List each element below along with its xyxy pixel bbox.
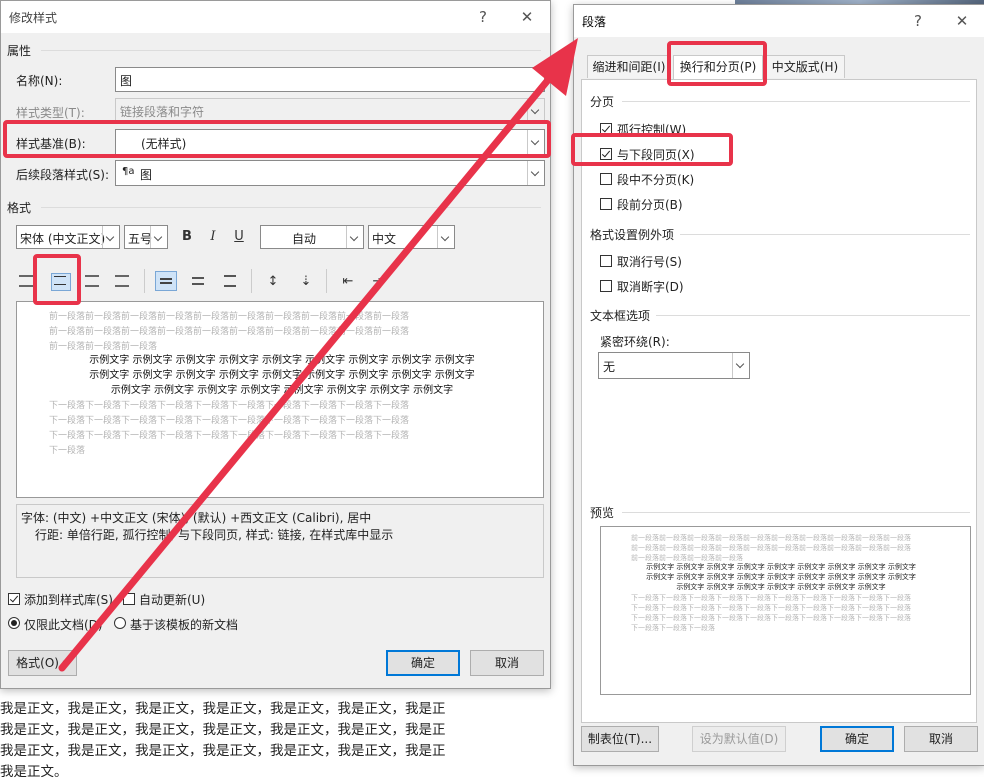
annotation-arrow <box>58 38 578 672</box>
arrow-shaft <box>58 76 552 672</box>
